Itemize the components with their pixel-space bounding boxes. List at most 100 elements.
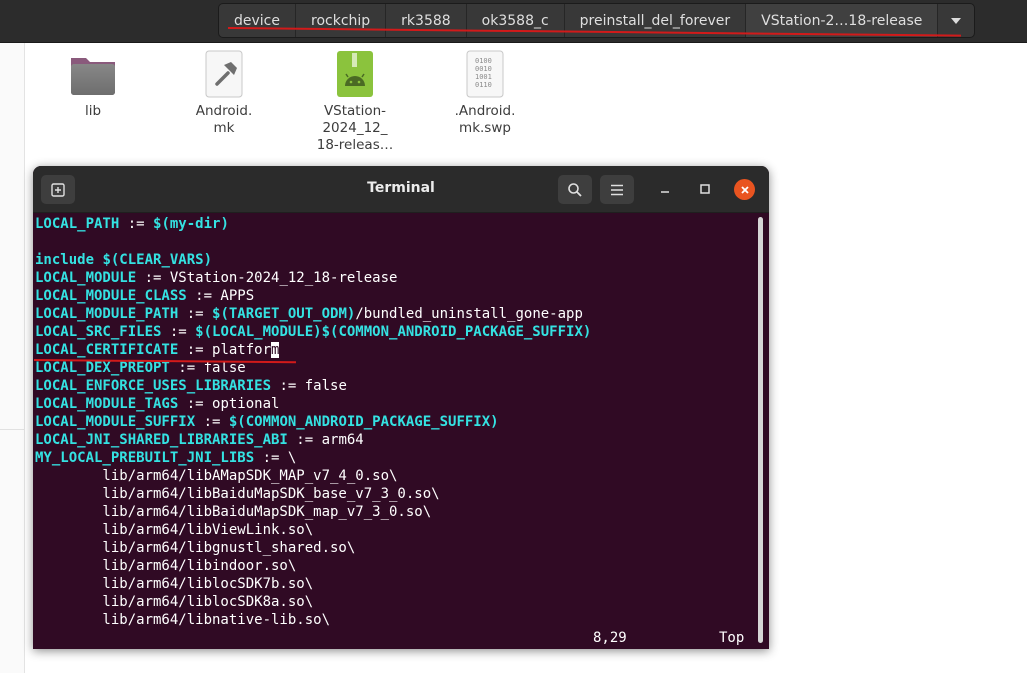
terminal-line: include $(CLEAR_VARS) [35, 251, 212, 269]
breadcrumb-label: rockchip [311, 12, 371, 29]
terminal-text: := [161, 324, 196, 340]
terminal-line: LOCAL_MODULE := VStation-2024_12_18-rele… [35, 269, 397, 287]
terminal-text: LOCAL_MODULE [35, 270, 137, 286]
status-position: 8,29 [593, 630, 627, 646]
svg-text:0100: 0100 [475, 57, 492, 65]
search-button[interactable] [558, 175, 592, 204]
terminal-line: lib/arm64/libgnustl_shared.so\ [35, 539, 355, 557]
terminal-text: LOCAL_PATH [35, 216, 120, 232]
terminal-line: LOCAL_MODULE_PATH := $(TARGET_OUT_ODM)/b… [35, 305, 583, 323]
svg-text:0110: 0110 [475, 81, 492, 89]
terminal-text: $(CLEAR_VARS) [102, 252, 213, 268]
terminal-text: := [119, 216, 154, 232]
breadcrumb-label: rk3588 [401, 12, 451, 29]
terminal-scrollbar[interactable] [758, 217, 763, 643]
terminal-line: LOCAL_MODULE_SUFFIX := $(COMMON_ANDROID_… [35, 413, 499, 431]
file-name: .Android. mk.swp [454, 103, 516, 136]
terminal-text: := false [271, 378, 347, 394]
terminal-text: lib/arm64/liblocSDK7b.so\ [35, 576, 314, 592]
file-item-android-mk-swp[interactable]: 0100 0010 1001 0110 .Android. mk.swp [443, 50, 527, 137]
file-manager-header: device rockchip rk3588 ok3588_c preinsta… [0, 0, 1027, 43]
terminal-text: LOCAL_JNI_SHARED_LIBRARIES_ABI [35, 432, 288, 448]
makefile-icon [200, 50, 248, 98]
breadcrumb-label: VStation-2…18-release [761, 12, 923, 29]
terminal-line: LOCAL_ENFORCE_USES_LIBRARIES := false [35, 377, 347, 395]
terminal-line: lib/arm64/libindoor.so\ [35, 557, 296, 575]
terminal-text: /bundled_uninstall_gone-app [355, 306, 583, 322]
terminal-text: LOCAL_ENFORCE_USES_LIBRARIES [35, 378, 272, 394]
terminal-text: lib/arm64/libBaiduMapSDK_map_v7_3_0.so\ [35, 504, 432, 520]
terminal-text: lib/arm64/liblocSDK8a.so\ [35, 594, 314, 610]
text-cursor: m [271, 342, 280, 358]
status-scroll: Top [719, 630, 745, 646]
terminal-text: $(TARGET_OUT_ODM) [212, 306, 356, 322]
svg-text:0010: 0010 [475, 65, 492, 73]
terminal-window[interactable]: Terminal LOCAL_PATH := $(my-dir) include … [33, 166, 769, 649]
terminal-text: lib/arm64/libBaiduMapSDK_base_v7_3_0.so\ [35, 486, 440, 502]
breadcrumb-item-rk3588[interactable]: rk3588 [386, 4, 467, 37]
terminal-text: LOCAL_MODULE_TAGS [35, 396, 179, 412]
file-item-android-mk[interactable]: Android. mk [182, 50, 266, 137]
hamburger-menu-icon [611, 184, 623, 195]
terminal-text: := optional [178, 396, 280, 412]
svg-text:1001: 1001 [475, 73, 492, 81]
terminal-line: lib/arm64/libBaiduMapSDK_base_v7_3_0.so\ [35, 485, 440, 503]
terminal-line: LOCAL_CERTIFICATE := platform [35, 341, 280, 359]
terminal-line: LOCAL_SRC_FILES := $(LOCAL_MODULE)$(COMM… [35, 323, 591, 341]
terminal-text: := [178, 306, 213, 322]
terminal-text: := APPS [186, 288, 255, 304]
terminal-text: LOCAL_CERTIFICATE [35, 342, 179, 358]
search-icon [568, 182, 582, 197]
terminal-text: lib/arm64/libViewLink.so\ [35, 522, 314, 538]
binary-file-icon: 0100 0010 1001 0110 [461, 50, 509, 98]
file-item-lib[interactable]: lib [51, 50, 135, 120]
terminal-line: lib/arm64/libViewLink.so\ [35, 521, 313, 539]
terminal-text: lib/arm64/libgnustl_shared.so\ [35, 540, 356, 556]
terminal-text: $(my-dir) [153, 216, 229, 232]
minimize-icon [661, 191, 669, 193]
file-name: VStation- 2024_12_ 18-releas… [316, 103, 394, 153]
apk-icon [331, 50, 379, 98]
terminal-text: := \ [254, 450, 297, 466]
breadcrumb-item-rockchip[interactable]: rockchip [296, 4, 387, 37]
terminal-text: MY_LOCAL_PREBUILT_JNI_LIBS [35, 450, 255, 466]
terminal-text: LOCAL_MODULE_CLASS [35, 288, 187, 304]
minimize-button[interactable] [656, 180, 674, 198]
breadcrumb-menu-button[interactable] [938, 4, 974, 37]
maximize-button[interactable] [696, 180, 714, 198]
breadcrumb-label: device [234, 12, 280, 29]
terminal-text: LOCAL_MODULE_PATH [35, 306, 179, 322]
terminal-text: := platfor [178, 342, 272, 358]
breadcrumb-label: ok3588_c [481, 12, 549, 29]
file-name: Android. mk [195, 103, 253, 136]
file-item-vstation-apk[interactable]: VStation- 2024_12_ 18-releas… [313, 50, 397, 154]
breadcrumb-item-device[interactable]: device [219, 4, 296, 37]
maximize-icon [700, 184, 710, 194]
file-name: lib [84, 103, 102, 119]
close-icon [740, 185, 749, 194]
terminal-line: lib/arm64/libAMapSDK_MAP_v7_4_0.so\ [35, 467, 397, 485]
menu-button[interactable] [600, 175, 634, 204]
terminal-text: LOCAL_SRC_FILES [35, 324, 162, 340]
terminal-text: := [195, 414, 229, 430]
terminal-line: lib/arm64/libBaiduMapSDK_map_v7_3_0.so\ [35, 503, 431, 521]
terminal-titlebar[interactable]: Terminal [33, 166, 769, 213]
folder-icon [69, 50, 117, 98]
terminal-text: lib/arm64/libAMapSDK_MAP_v7_4_0.so\ [35, 468, 398, 484]
terminal-line: lib/arm64/liblocSDK7b.so\ [35, 575, 313, 593]
terminal-text: lib/arm64/libindoor.so\ [35, 558, 297, 574]
terminal-line: LOCAL_MODULE_TAGS := optional [35, 395, 279, 413]
terminal-line: lib/arm64/liblocSDK8a.so\ [35, 593, 313, 611]
terminal-content[interactable]: LOCAL_PATH := $(my-dir) include $(CLEAR_V… [35, 215, 761, 649]
terminal-text: lib/arm64/libnative-lib.so\ [35, 612, 331, 628]
terminal-line: LOCAL_MODULE_CLASS := APPS [35, 287, 254, 305]
terminal-text: include [35, 252, 95, 268]
terminal-line: LOCAL_JNI_SHARED_LIBRARIES_ABI := arm64 [35, 431, 364, 449]
sidebar-divider [0, 429, 24, 430]
terminal-text: := arm64 [287, 432, 364, 448]
terminal-line: LOCAL_PATH := $(my-dir) [35, 215, 229, 233]
breadcrumb-label: preinstall_del_forever [579, 12, 731, 29]
terminal-text: LOCAL_DEX_PREOPT [35, 360, 170, 376]
close-button[interactable] [734, 179, 755, 200]
terminal-line: MY_LOCAL_PREBUILT_JNI_LIBS := \ [35, 449, 296, 467]
